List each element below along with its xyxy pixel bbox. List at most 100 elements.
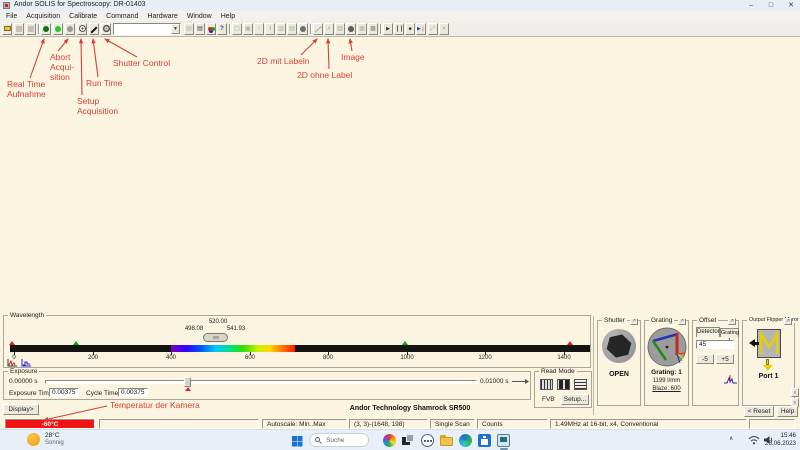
status-empty-2 <box>749 419 795 429</box>
shutter-iris-icon <box>603 331 634 361</box>
tracking-button[interactable] <box>298 23 308 35</box>
widgets-pinwheel-icon[interactable] <box>383 434 396 447</box>
tick-label: 400 <box>159 355 183 361</box>
reset-button[interactable]: < Reset <box>744 406 774 417</box>
minimize-button[interactable]: – <box>742 0 760 11</box>
chat-icon[interactable] <box>421 434 434 447</box>
stop-button[interactable]: ■ <box>405 23 415 35</box>
search-input[interactable]: Suche <box>309 433 369 447</box>
data-unit-status: Counts <box>477 419 548 429</box>
tick-label: 800 <box>316 355 340 361</box>
app-icon <box>3 2 10 9</box>
menu-hardware[interactable]: Hardware <box>147 13 177 20</box>
offset-popout-icon[interactable]: ↗ <box>728 318 736 325</box>
help-button[interactable]: ? <box>217 23 227 35</box>
menu-file[interactable]: File <box>6 13 17 20</box>
exposure-time-input[interactable] <box>49 388 79 397</box>
pause-button[interactable]: ❘❘ <box>394 23 404 35</box>
peak-chart-icon[interactable] <box>7 358 18 367</box>
annotation-abort: Abort Acqui- sition <box>50 52 74 82</box>
print-button[interactable]: ▤ <box>195 23 205 35</box>
multitrack-mode-icon[interactable] <box>557 379 570 390</box>
tab-grating-1[interactable]: Grating 1 <box>720 328 739 337</box>
offset-value-input[interactable] <box>696 340 734 349</box>
tray-chevron-icon[interactable]: ∧ <box>729 435 733 442</box>
long-arrow-icon <box>511 378 530 385</box>
grating-popout-icon[interactable]: ↗ <box>678 318 686 325</box>
tab-detector[interactable]: Detector <box>696 327 720 337</box>
offset-panel: Offset ↗ Detector Grating 1 -5 +5 <box>692 320 739 406</box>
ruler-marker-red-right <box>567 341 573 345</box>
tick-label: 1000 <box>395 355 419 361</box>
windows-start-icon[interactable] <box>292 436 297 441</box>
read-mode-label: Read Mode <box>539 368 577 375</box>
toolbar-combobox[interactable]: ▼ <box>113 23 181 35</box>
annotation-real-time: Real Time Aufnahme <box>7 79 46 99</box>
clock-date: 26.06.2023 <box>758 440 796 448</box>
grating-panel: Grating ↗ Grating: 1 1199 l/mm Blaze: 60… <box>644 320 689 406</box>
menu-command[interactable]: Command <box>106 13 138 20</box>
taskbar-clock[interactable]: 15:46 26.06.2023 <box>758 432 796 448</box>
step-button[interactable]: ▶❘ <box>416 23 426 35</box>
wavelength-label: Wavelength <box>8 312 46 319</box>
andor-solis-app-icon[interactable] <box>497 434 510 447</box>
chevron-down-icon[interactable]: ▼ <box>171 24 180 34</box>
open-file-button[interactable] <box>2 23 12 35</box>
edge-browser-icon[interactable] <box>459 434 472 447</box>
shutter-control-button[interactable] <box>101 23 111 35</box>
take-signal-icon <box>55 26 61 32</box>
offset-minus-button[interactable]: -5 <box>696 354 714 364</box>
menu-calibrate[interactable]: Calibrate <box>69 13 97 20</box>
2d-without-labels-button: ∧ <box>324 23 334 35</box>
print-button-disabled: ▤ <box>184 23 194 35</box>
window-title: Andor SOLIS for Spectroscopy: DR-01403 <box>14 1 146 8</box>
task-view-icon[interactable] <box>402 434 415 447</box>
image-display-icon <box>348 26 354 32</box>
axes-chart-icon[interactable] <box>21 358 32 367</box>
offset-plus-button[interactable]: +5 <box>716 354 734 364</box>
palette-button[interactable] <box>206 23 216 35</box>
ruler-marker-green-2 <box>402 341 408 345</box>
weather-condition[interactable]: Sonnig <box>45 440 64 446</box>
weather-temp[interactable]: 28°C <box>45 432 60 439</box>
menu-window[interactable]: Window <box>187 13 212 20</box>
andor-solis-window: Andor SOLIS for Spectroscopy: DR-01403 –… <box>0 0 800 450</box>
rgb-palette-icon <box>208 27 212 31</box>
help-panel-button[interactable]: Help <box>777 406 798 417</box>
image-mode-icon[interactable] <box>574 379 587 390</box>
store-icon[interactable] <box>478 434 491 447</box>
runtime-button[interactable] <box>89 23 99 35</box>
menu-help[interactable]: Help <box>221 13 235 20</box>
cycle-time-input[interactable] <box>118 388 148 397</box>
spectrum-peak-icon[interactable] <box>724 374 737 384</box>
take-signal-button[interactable] <box>53 23 63 35</box>
acquisition-mode-status: Single Scan <box>430 419 475 429</box>
panel-scroll-up-button[interactable]: ≡ <box>791 388 799 397</box>
abort-icon <box>67 26 73 32</box>
rescale-up-button[interactable]: ↑ <box>265 23 275 35</box>
weather-sun-icon[interactable] <box>27 433 40 446</box>
menu-acquisition[interactable]: Acquisition <box>26 13 60 20</box>
shutter-popout-icon[interactable]: ↗ <box>630 318 638 325</box>
maximize-button[interactable]: □ <box>762 0 780 11</box>
display-button[interactable]: Display> <box>3 404 39 415</box>
exposure-slider-track[interactable] <box>45 380 477 384</box>
fvb-mode-icon[interactable] <box>540 379 553 390</box>
file-explorer-icon[interactable] <box>440 434 453 447</box>
flipper-mirror-box <box>757 329 781 358</box>
realtime-acquisition-button[interactable] <box>41 23 51 35</box>
annotation-setup: Setup Acquisition <box>77 96 118 116</box>
down-arrow-icon <box>763 365 773 371</box>
wavelength-ruler[interactable] <box>10 345 590 352</box>
flipper-popout-icon[interactable]: ↗ <box>784 318 792 325</box>
ruler-marker-red-left <box>9 341 15 345</box>
image-display-button[interactable] <box>346 23 356 35</box>
play-button[interactable]: ▶ <box>383 23 393 35</box>
exposure-slider-thumb[interactable] <box>184 377 191 387</box>
abort-acquisition-button[interactable] <box>65 23 75 35</box>
close-button[interactable]: ✕ <box>782 0 800 11</box>
setup-acquisition-button[interactable] <box>77 23 87 35</box>
read-mode-setup-button[interactable]: Setup... <box>561 394 589 405</box>
wavelength-slider-handle[interactable] <box>203 333 228 342</box>
stack-view-button-disabled: ▨ <box>335 23 345 35</box>
